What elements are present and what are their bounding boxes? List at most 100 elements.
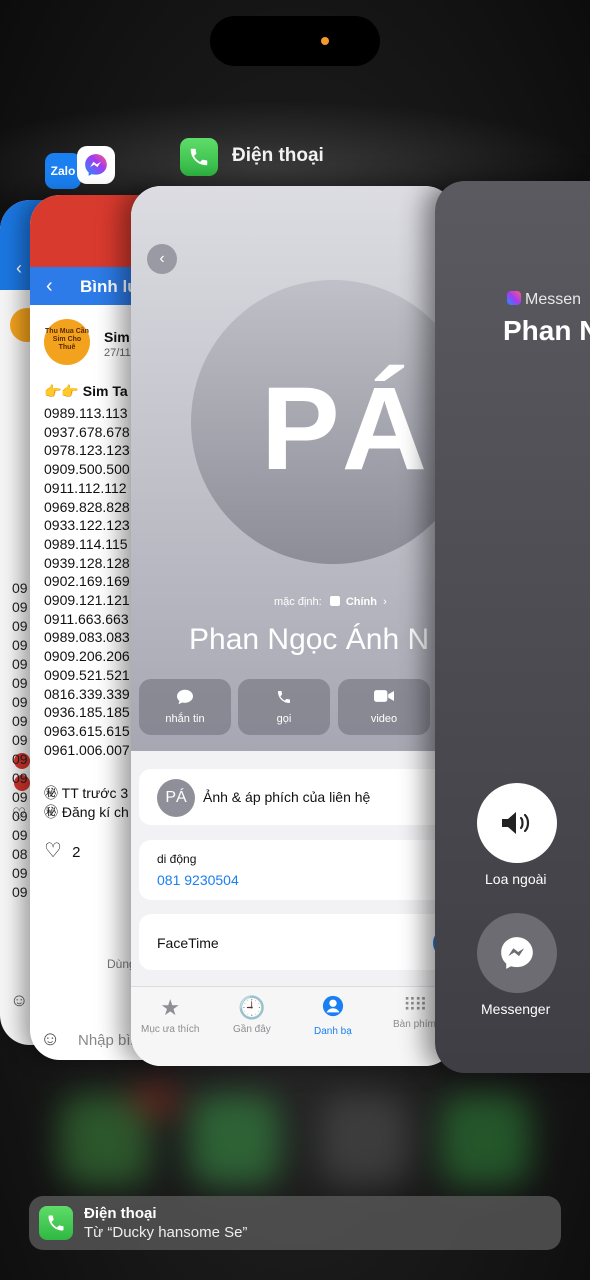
tab-bar: ★ Mục ưa thích 🕘 Gần đây Danh bạ ⠿⠿ Bàn … <box>131 986 455 1066</box>
post-note: ㊙ Đăng kí ch <box>44 804 129 820</box>
call-app-label: Messen <box>507 291 581 309</box>
messenger-switch-button[interactable] <box>477 913 557 993</box>
facetime-label: FaceTime <box>157 935 219 951</box>
speaker-button[interactable] <box>477 783 557 863</box>
video-action-button[interactable]: video <box>338 679 430 735</box>
sim-number-line: 0816.339.339 <box>44 685 130 702</box>
tab-recents[interactable]: 🕘 Gần đây <box>233 995 271 1035</box>
sim-number-line: 0909.206.206 <box>44 648 130 665</box>
speaker-label: Loa ngoài <box>485 871 547 887</box>
phone-app-icon[interactable] <box>180 138 218 176</box>
mobile-number[interactable]: 081 9230504 <box>157 872 239 888</box>
sim-number-line: 0978.123.123 <box>44 442 130 459</box>
author-avatar[interactable]: Thu Mua Cần Sim Cho Thuê <box>44 319 90 365</box>
zalo-icon-label: Zalo <box>50 164 76 178</box>
speaker-icon <box>502 812 530 834</box>
messenger-icon <box>507 291 521 305</box>
front-app-title: Điện thoại <box>232 145 324 166</box>
phone-icon <box>48 1215 64 1231</box>
sim-number-line: 0989.114.115 <box>44 535 128 552</box>
keypad-icon: ⠿⠿ <box>403 995 427 1015</box>
poster-avatar: PÁ <box>157 779 195 817</box>
tab-label: Bàn phím <box>393 1019 436 1030</box>
back-chevron-icon[interactable]: ‹ <box>46 275 53 298</box>
comment-input[interactable]: Nhập bìn <box>78 1032 139 1049</box>
default-label: mặc định: <box>274 596 322 608</box>
video-icon <box>338 689 430 707</box>
messenger-label: Messenger <box>481 1001 551 1017</box>
emoji-icon[interactable]: ☺ <box>40 1028 60 1051</box>
post-note: ㊙ TT trước 3 <box>44 785 129 801</box>
poster-row-label: Ảnh & áp phích của liên hệ <box>203 789 371 805</box>
call-app-name: Messen <box>525 291 582 308</box>
sim-number-line: 0963.615.615 <box>44 722 130 739</box>
zalo-number-line: 09 <box>12 827 28 843</box>
dynamic-island <box>210 16 380 66</box>
messenger-app-icon[interactable] <box>77 146 115 184</box>
sim-number-line: 0989.083.083 <box>44 629 130 646</box>
tab-label: Mục ưa thích <box>141 1024 200 1035</box>
tab-label: Danh bạ <box>314 1026 352 1037</box>
zalo-number-line: 09 <box>12 789 28 805</box>
zalo-number-line: 09 <box>12 884 28 900</box>
call-action-button[interactable]: gọi <box>238 679 330 735</box>
sim-number-line: 0989.113.113 <box>44 405 128 421</box>
contact-initials: PÁ <box>261 363 429 495</box>
post-intro: 👉👉 Sim Ta <box>44 383 128 399</box>
caller-name: Phan N <box>503 315 590 346</box>
tab-keypad[interactable]: ⠿⠿ Bàn phím <box>393 995 436 1030</box>
zalo-number-line: 09 <box>12 732 28 748</box>
facetime-row[interactable]: FaceTime <box>139 914 455 970</box>
default-line-label[interactable]: mặc định: Chính › <box>274 596 387 608</box>
zalo-number-line: 09 <box>12 808 28 824</box>
phone-icon <box>238 689 330 707</box>
tab-label: Gần đây <box>233 1024 271 1035</box>
mobile-number-row[interactable]: di động 081 9230504 <box>139 840 455 900</box>
zalo-number-line: 09 <box>12 637 28 653</box>
messenger-icon <box>501 937 533 969</box>
banner-subtitle: Từ “Ducky hansome Se” <box>84 1224 248 1241</box>
like-count: 2 <box>72 844 81 861</box>
heart-icon: ♡ <box>44 840 62 862</box>
post-date: 27/11 <box>104 347 131 359</box>
sim-number-line: 0933.122.123 <box>44 517 130 534</box>
message-action-button[interactable]: nhắn tin <box>139 679 231 735</box>
sim-number-line: 0937.678.678 <box>44 423 130 440</box>
tab-favorites[interactable]: ★ Mục ưa thích <box>141 995 199 1035</box>
zalo-app-icon[interactable]: Zalo <box>45 153 81 189</box>
zalo-number-line: 09 <box>12 865 28 881</box>
zalo-number-line: 08 <box>12 846 28 862</box>
phone-app-card[interactable]: ‹ PÁ mặc định: Chính › Phan Ngọc Ánh N n… <box>131 186 455 1066</box>
sim-number-line: 0969.828.828 <box>44 498 130 515</box>
contact-name: Phan Ngọc Ánh N <box>189 623 430 656</box>
contact-poster-row[interactable]: PÁ Ảnh & áp phích của liên hệ <box>139 769 455 825</box>
like-button[interactable]: ♡ 2 <box>44 838 80 863</box>
sim-number-line: 0902.169.169 <box>44 573 130 590</box>
sim-number-line: 0909.500.500 <box>44 461 130 478</box>
default-value: Chính <box>345 596 377 608</box>
sim-number-line: 0909.121.121 <box>44 592 130 608</box>
mobile-label: di động <box>157 852 197 866</box>
action-label: gọi <box>276 713 292 725</box>
sim-number-line: 0911.112.112 = <box>44 479 139 496</box>
zalo-number-line: 09 <box>12 770 28 786</box>
zalo-back-icon[interactable]: ‹ <box>16 258 22 279</box>
zalo-number-line: 09 <box>12 656 28 672</box>
sim-badge-icon <box>329 596 340 606</box>
author-name[interactable]: Sim <box>104 329 130 345</box>
sim-number-line: 0961.006.007 <box>44 741 130 758</box>
zalo-number-line: 09 <box>12 751 28 767</box>
phone-icon <box>190 148 208 166</box>
back-chevron-icon[interactable]: ‹ <box>147 244 177 274</box>
incoming-call-banner[interactable]: Điện thoại Từ “Ducky hansome Se” <box>29 1196 561 1250</box>
phone-app-icon <box>39 1206 73 1240</box>
banner-title: Điện thoại <box>84 1205 157 1222</box>
zalo-emoji-icon[interactable]: ☺ <box>10 990 28 1011</box>
sim-number-line: 0936.185.185 <box>44 704 130 721</box>
sim-number-line: 0939.128.128 <box>44 554 130 571</box>
clock-icon: 🕘 <box>238 995 266 1020</box>
zalo-number-line: 09 <box>12 599 28 615</box>
privacy-indicator-dot <box>321 37 329 45</box>
tab-contacts[interactable]: Danh bạ <box>314 995 352 1037</box>
messenger-call-card[interactable]: Messen Phan N Loa ngoài Messenger <box>435 181 590 1073</box>
